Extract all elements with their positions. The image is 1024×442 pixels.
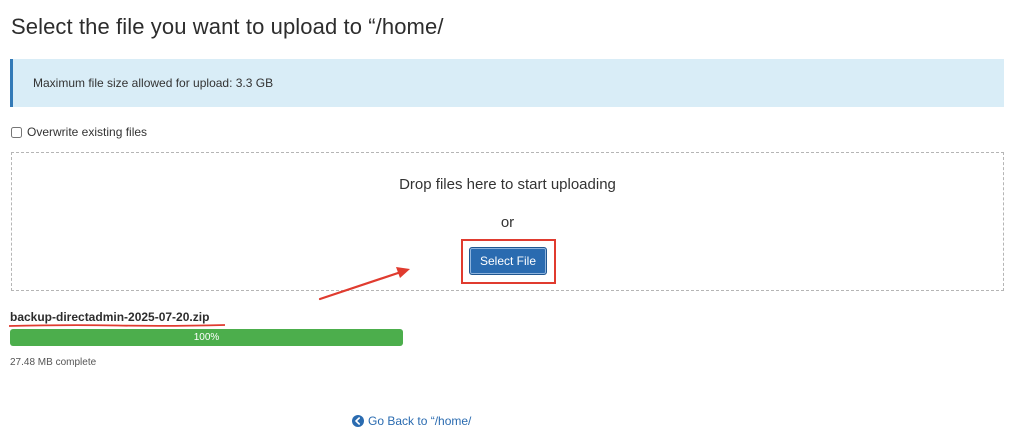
- file-drop-zone[interactable]: Drop files here to start uploading or Se…: [11, 152, 1004, 291]
- upload-complete-text: 27.48 MB complete: [10, 357, 97, 368]
- circle-arrow-left-icon: [352, 415, 364, 427]
- or-separator: or: [500, 214, 515, 231]
- select-file-button[interactable]: Select File: [469, 247, 547, 275]
- go-back-label: Go Back to “/home/: [368, 414, 472, 428]
- annotation-underline: [8, 324, 226, 327]
- progress-label: 100%: [193, 332, 220, 343]
- upload-progress-bar: 100%: [10, 329, 403, 346]
- overwrite-option[interactable]: Overwrite existing files: [11, 125, 147, 139]
- drop-instructions: Drop files here to start uploading: [399, 176, 616, 193]
- uploaded-file-name: backup-directadmin-2025-07-20.zip: [10, 310, 210, 324]
- page-title: Select the file you want to upload to “/…: [11, 14, 444, 39]
- overwrite-label: Overwrite existing files: [27, 125, 148, 139]
- max-file-size-alert: Maximum file size allowed for upload: 3.…: [10, 59, 1004, 107]
- overwrite-checkbox[interactable]: [11, 126, 22, 138]
- alert-text: Maximum file size allowed for upload: 3.…: [33, 76, 274, 90]
- go-back-link[interactable]: Go Back to “/home/: [352, 414, 471, 428]
- annotation-arrow: [318, 267, 410, 301]
